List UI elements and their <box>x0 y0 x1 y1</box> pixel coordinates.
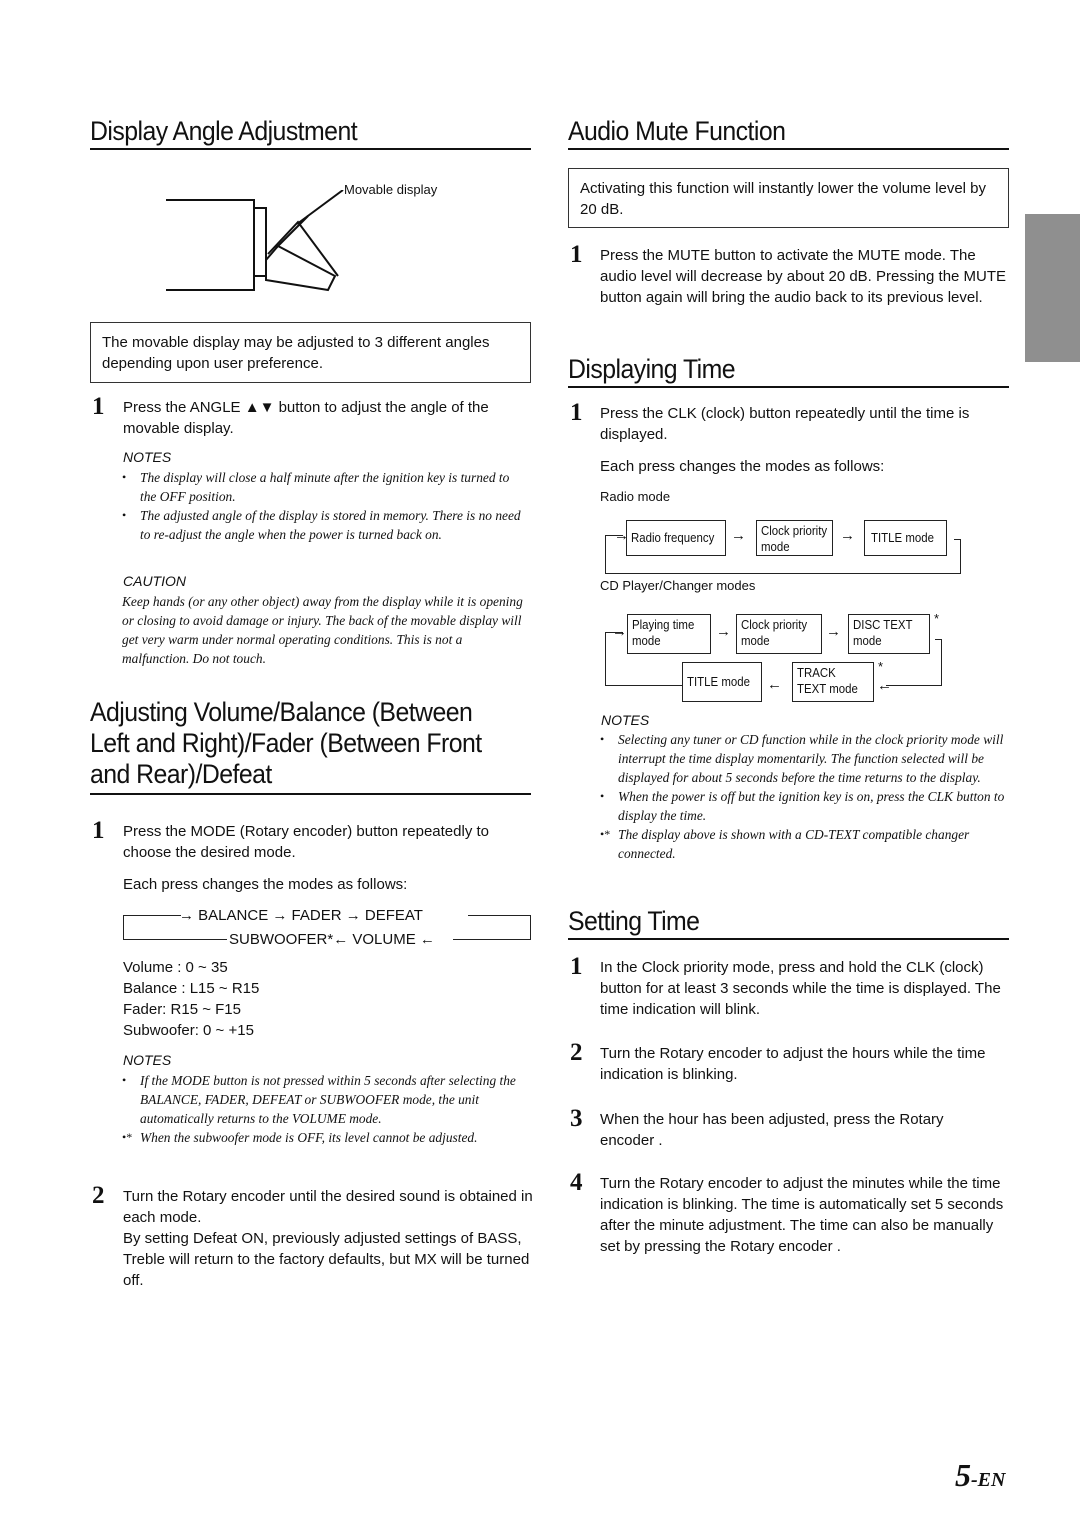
flow-box-radio-frequency: Radio frequency <box>626 520 726 556</box>
note-item: •* The display above is shown with a CD-T… <box>600 827 970 861</box>
caution-text: Keep hands (or any other object) away fr… <box>122 594 523 666</box>
section-title-volume: Adjusting Volume/Balance (Between Left a… <box>90 697 482 789</box>
step-text: Press the CLK (clock) button repeatedly … <box>600 405 970 443</box>
flow-box-title-mode: TITLE mode <box>682 662 762 702</box>
mode-volume: VOLUME <box>352 931 416 948</box>
note-item: • Selecting any tuner or CD function whil… <box>600 732 1004 785</box>
movable-display-diagram <box>166 190 344 292</box>
caution-heading: CAUTION <box>123 573 186 589</box>
note-item: • When the power is off but the ignition … <box>600 789 1005 823</box>
flow-box-track-text: TRACK TEXT mode <box>792 662 874 702</box>
step-number: 1 <box>570 399 583 426</box>
step-text: Press the MODE (Rotary encoder) button r… <box>123 823 490 861</box>
note-item: • The adjusted angle of the display is st… <box>122 508 521 542</box>
range-balance: Balance : L15 ~ R15 <box>123 980 260 997</box>
note-item: • The display will close a half minute af… <box>122 470 510 504</box>
cd-modes-label: CD Player/Changer modes <box>600 578 756 593</box>
step-text: When the hour has been adjusted, press t… <box>600 1111 944 1149</box>
step-number: 1 <box>92 393 105 420</box>
step-text: Press the ANGLE ▲▼ button to adjust the … <box>123 399 489 437</box>
step-text: Press the MUTE button to activate the MU… <box>600 247 1007 306</box>
step-number: 2 <box>570 1039 583 1066</box>
flow-box-clock-priority: Clock priority mode <box>756 520 833 556</box>
section-rule <box>568 938 1009 940</box>
range-subwoofer: Subwoofer: 0 ~ +15 <box>123 1022 254 1039</box>
info-box-mute: Activating this function will instantly … <box>568 168 1009 228</box>
asterisk: * <box>878 659 884 674</box>
mode-fader: FADER <box>291 907 342 924</box>
each-press-text: Each press changes the modes as follows: <box>123 876 408 893</box>
note-item: •* When the subwoofer mode is OFF, its le… <box>122 1130 478 1145</box>
step-text: In the Clock priority mode, press and ho… <box>600 959 1001 1018</box>
step-number: 1 <box>570 241 583 268</box>
notes-list: • If the MODE button is not pressed withi… <box>122 1071 532 1147</box>
asterisk: * <box>934 611 940 626</box>
step-number: 1 <box>92 817 105 844</box>
mode-balance: BALANCE <box>198 907 269 924</box>
step-number: 1 <box>570 953 583 980</box>
volume-mode-cycle: → BALANCE → FADER → DEFEAT SUBWOOFER*← V… <box>123 904 533 948</box>
flow-box-disc-text: DISC TEXT mode <box>848 614 930 654</box>
notes-heading: NOTES <box>123 449 172 465</box>
step-text: Turn the Rotary encoder until the desire… <box>123 1188 533 1289</box>
mode-defeat: DEFEAT <box>364 907 423 924</box>
step-number: 3 <box>570 1105 583 1132</box>
each-press-text: Each press changes the modes as follows: <box>600 458 885 475</box>
step-text: Turn the Rotary encoder to adjust the ho… <box>600 1045 986 1083</box>
section-rule <box>90 793 531 795</box>
section-rule <box>568 386 1009 388</box>
range-volume: Volume : 0 ~ 35 <box>123 959 228 976</box>
flow-box-playing-time: Playing time mode <box>627 614 711 654</box>
step-number: 4 <box>570 1169 583 1196</box>
radio-mode-flow: → Radio frequency → Clock priority mode … <box>600 515 970 580</box>
notes-heading: NOTES <box>123 1052 172 1068</box>
flow-box-title-mode: TITLE mode <box>864 520 947 556</box>
section-title-mute: Audio Mute Function <box>568 116 786 146</box>
section-rule <box>568 148 1009 150</box>
notes-heading: NOTES <box>601 712 650 728</box>
notes-list: • Selecting any tuner or CD function whil… <box>600 730 1012 863</box>
flow-box-clock-priority: Clock priority mode <box>736 614 822 654</box>
section-rule <box>90 148 531 150</box>
section-title-setting-time: Setting Time <box>568 906 700 936</box>
step-number: 2 <box>92 1182 105 1209</box>
info-box-display-angle: The movable display may be adjusted to 3… <box>90 322 531 383</box>
range-fader: Fader: R15 ~ F15 <box>123 1001 241 1018</box>
section-title-display-angle: Display Angle Adjustment <box>90 116 358 146</box>
side-tab <box>1025 214 1080 362</box>
range-list: Volume : 0 ~ 35 Balance : L15 ~ R15 Fade… <box>123 957 259 1041</box>
radio-mode-label: Radio mode <box>600 489 671 504</box>
step-text: Turn the Rotary encoder to adjust the mi… <box>600 1175 1004 1255</box>
section-title-displaying-time: Displaying Time <box>568 354 736 384</box>
mode-subwoofer: SUBWOOFER* <box>229 931 334 948</box>
note-item: • If the MODE button is not pressed withi… <box>122 1073 516 1126</box>
page-number: 5-EN <box>955 1457 1006 1493</box>
notes-list: • The display will close a half minute af… <box>122 468 527 544</box>
cd-mode-flow: → ← Playing time mode → Clock priority m… <box>600 605 960 705</box>
